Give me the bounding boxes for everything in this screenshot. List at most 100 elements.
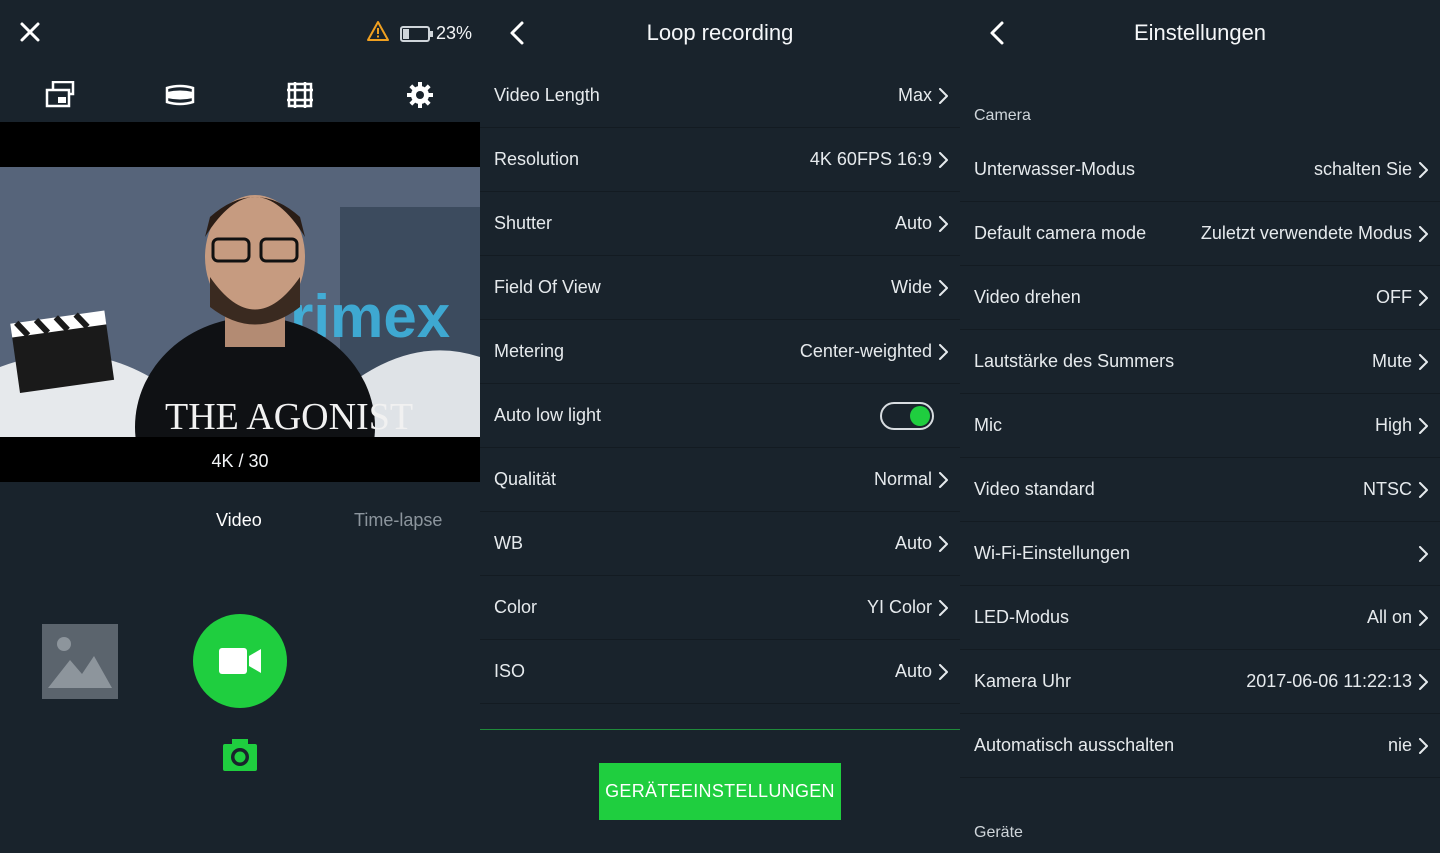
setting-row-unterwasser-modus[interactable]: Unterwasser-Modus schalten Sie — [960, 138, 1440, 202]
auto-low-light-toggle[interactable] — [880, 401, 934, 430]
status-bar: 23% — [366, 20, 472, 47]
chevron-right-icon — [939, 535, 948, 552]
chevron-right-icon — [1419, 673, 1428, 690]
mode-video-tab[interactable]: Video — [216, 510, 262, 531]
camera-mode-icon[interactable] — [0, 70, 120, 120]
section-devices: Geräte — [974, 824, 1023, 841]
shirt-text: THE AGONIST — [165, 396, 413, 437]
setting-row-shutter[interactable]: Shutter Auto — [480, 192, 960, 256]
setting-label: Automatisch ausschalten — [974, 735, 1175, 755]
resolution-label: 4K / 30 — [211, 451, 269, 471]
chevron-right-icon — [1419, 161, 1428, 178]
setting-row-default-camera-mode[interactable]: Default camera mode Zuletzt verwendete Mo… — [960, 202, 1440, 266]
chevron-right-icon — [939, 215, 948, 232]
camera-panel: 23% rimex THE AGONIST 4K / 30 Video Time… — [0, 0, 480, 853]
setting-value: Auto — [895, 533, 948, 554]
setting-value-text: Max — [897, 85, 932, 105]
photo-mode-button[interactable] — [220, 736, 260, 774]
setting-row-video-standard[interactable]: Video standard NTSC — [960, 458, 1440, 522]
setting-label: Resolution — [494, 149, 580, 169]
einstellungen-panel: Einstellungen Camera Unterwasser-Modus sc… — [960, 0, 1440, 853]
setting-value: nie — [1388, 735, 1428, 756]
camera-preview[interactable]: rimex THE AGONIST — [0, 167, 480, 437]
setting-label: Field Of View — [494, 277, 601, 297]
setting-value — [1412, 545, 1428, 562]
setting-row-qualitat[interactable]: Qualität Normal — [480, 448, 960, 512]
chevron-right-icon — [1419, 289, 1428, 306]
settings-gear-icon[interactable] — [360, 70, 480, 120]
setting-label: Kamera Uhr — [974, 671, 1072, 691]
mode-switcher: Video Time-lapse — [0, 510, 480, 538]
gallery-thumbnail[interactable] — [42, 624, 118, 699]
setting-value-text: Zuletzt verwendete Modus — [1200, 223, 1412, 243]
chevron-right-icon — [939, 151, 948, 168]
setting-label: Video Length — [494, 85, 600, 105]
setting-row-metering[interactable]: Metering Center-weighted — [480, 320, 960, 384]
setting-value: YI Color — [867, 597, 948, 618]
setting-value: Auto — [895, 213, 948, 234]
close-icon[interactable] — [16, 18, 44, 46]
setting-value: Max — [898, 85, 948, 106]
einst-header: Einstellungen — [960, 0, 1440, 64]
setting-value-text: All on — [1366, 607, 1412, 627]
setting-value-text: Auto — [894, 661, 932, 681]
chevron-right-icon — [939, 599, 948, 616]
setting-row-video-length[interactable]: Video Length Max — [480, 64, 960, 128]
setting-row-mic[interactable]: Mic High — [960, 394, 1440, 458]
image-icon — [48, 637, 112, 688]
record-button[interactable] — [193, 614, 287, 708]
setting-row-automatisch-ausschalten[interactable]: Automatisch ausschalten nie — [960, 714, 1440, 778]
setting-value-text: nie — [1387, 735, 1412, 755]
setting-label: Auto low light — [494, 405, 602, 425]
setting-row-lautstarke-des-summers[interactable]: Lautstärke des Summers Mute — [960, 330, 1440, 394]
setting-row-color[interactable]: Color YI Color — [480, 576, 960, 640]
camera-icon — [223, 739, 257, 771]
setting-row-iso[interactable]: ISO Auto — [480, 640, 960, 704]
setting-label: Wi-Fi-Einstellungen — [974, 543, 1131, 563]
mode-timelapse-tab[interactable]: Time-lapse — [354, 510, 442, 531]
chevron-right-icon — [1419, 545, 1428, 562]
setting-value-text: NTSC — [1363, 479, 1412, 499]
chevron-right-icon — [1419, 225, 1428, 242]
chevron-right-icon — [1419, 353, 1428, 370]
page-title: Loop recording — [646, 20, 794, 45]
setting-row-wb[interactable]: WB Auto — [480, 512, 960, 576]
device-settings-button[interactable]: GERÄTEEINSTELLUNGEN — [599, 763, 841, 820]
camera-preview-frame: rimex THE AGONIST 4K / 30 — [0, 122, 480, 482]
setting-row-led-modus[interactable]: LED-Modus All on — [960, 586, 1440, 650]
page-title: Einstellungen — [1133, 20, 1267, 45]
lens-distortion-icon[interactable] — [120, 70, 240, 120]
setting-value-text: High — [1374, 415, 1412, 435]
chevron-right-icon — [939, 471, 948, 488]
section-camera: Camera — [974, 107, 1031, 124]
setting-row-resolution[interactable]: Resolution 4K 60FPS 16:9 — [480, 128, 960, 192]
setting-value-text: 4K 60FPS 16:9 — [809, 149, 932, 169]
setting-label: Mic — [974, 415, 1002, 435]
setting-row-wi-fi-einstellungen[interactable]: Wi-Fi-Einstellungen — [960, 522, 1440, 586]
chevron-right-icon — [939, 343, 948, 360]
setting-row-field-of-view[interactable]: Field Of View Wide — [480, 256, 960, 320]
chevron-right-icon — [939, 87, 948, 104]
setting-value: NTSC — [1363, 479, 1428, 500]
setting-value-text: Mute — [1371, 351, 1412, 371]
setting-label: Shutter — [494, 213, 553, 233]
setting-value-text: Normal — [873, 469, 932, 489]
setting-value: Auto — [895, 661, 948, 682]
setting-value-text: 2017-06-06 11:22:13 — [1246, 671, 1412, 691]
setting-value-text: Auto — [894, 213, 932, 233]
chevron-right-icon — [1419, 609, 1428, 626]
setting-row-auto-low-light[interactable]: Auto low light — [480, 384, 960, 448]
grid-icon[interactable] — [240, 70, 360, 120]
battery-indicator: 23% — [399, 23, 472, 44]
setting-row-video-drehen[interactable]: Video drehen OFF — [960, 266, 1440, 330]
battery-icon — [399, 25, 433, 42]
loop-recording-panel: Loop recording Video Length Max Resolution… — [480, 0, 960, 853]
setting-row-kamera-uhr[interactable]: Kamera Uhr 2017-06-06 11:22:13 — [960, 650, 1440, 714]
warning-icon — [366, 20, 390, 47]
setting-value-text: Auto — [894, 533, 932, 553]
video-camera-icon — [219, 648, 261, 674]
battery-percent: 23% — [435, 23, 472, 43]
camera-toolbar — [0, 70, 480, 120]
setting-value-text: YI Color — [866, 597, 932, 617]
chevron-right-icon — [1419, 417, 1428, 434]
